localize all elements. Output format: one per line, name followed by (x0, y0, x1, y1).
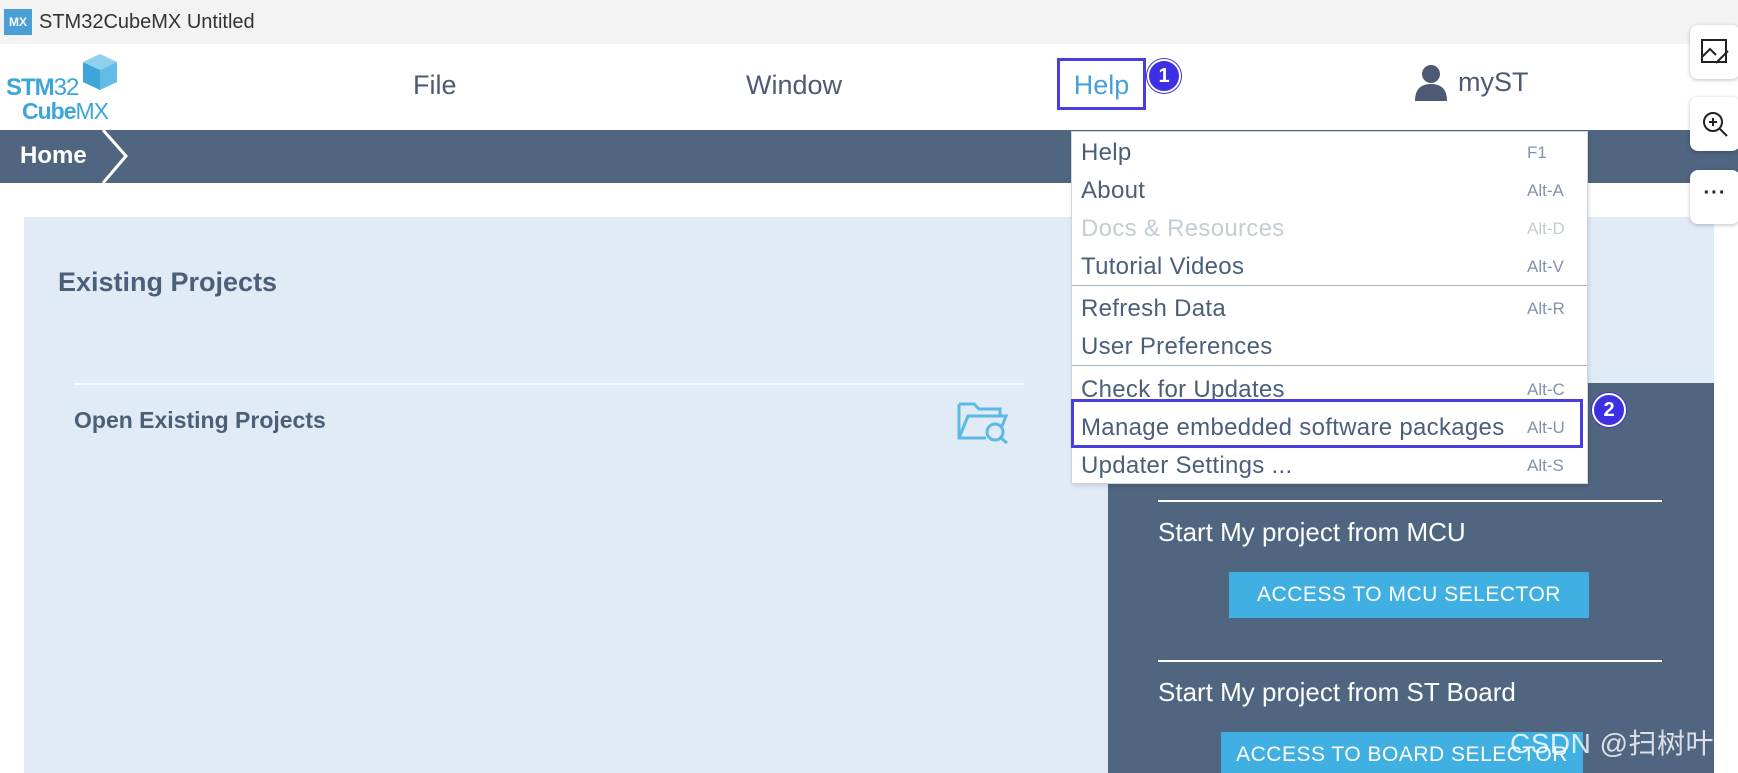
menu-item-user-preferences[interactable]: User Preferences (1072, 329, 1587, 365)
existing-projects-title: Existing Projects (58, 267, 278, 297)
menu-item-label: About (1081, 177, 1146, 204)
start-from-board-label: Start My project from ST Board (1158, 677, 1516, 707)
annotation-highlight-box (1071, 399, 1583, 448)
watermark: CSDN @扫树叶 (1510, 728, 1715, 759)
open-existing-projects-label: Open Existing Projects (74, 407, 326, 433)
title-bar: MX STM32CubeMX Untitled (0, 0, 1738, 44)
menu-window[interactable]: Window (746, 70, 842, 101)
menu-item-refresh-data[interactable]: Refresh Data Alt-R (1072, 291, 1587, 327)
menu-item-label: Updater Settings ... (1081, 452, 1293, 479)
divider (1158, 500, 1662, 502)
menu-help[interactable]: Help (1057, 58, 1146, 110)
more-tool-button[interactable]: ··· (1690, 170, 1738, 224)
cube-logo-icon (83, 54, 117, 90)
menu-item-label: Docs & Resources (1081, 215, 1285, 242)
more-icon: ··· (1703, 181, 1727, 204)
menu-item-docs-resources: Docs & Resources Alt-D (1072, 211, 1587, 247)
zoom-in-icon (1703, 112, 1728, 137)
menu-item-label: Help (1081, 139, 1132, 166)
menu-separator (1072, 365, 1587, 366)
app-icon: MX (4, 9, 32, 35)
zoom-in-tool-button[interactable] (1690, 97, 1738, 151)
logo-line-2: CubeMX (22, 98, 109, 124)
menu-item-shortcut: Alt-S (1527, 456, 1564, 475)
menu-separator (1072, 285, 1587, 286)
image-edit-tool-button[interactable] (1690, 25, 1738, 79)
myst-label: myST (1458, 66, 1529, 97)
menu-item-label: Tutorial Videos (1081, 253, 1245, 280)
folder-search-icon[interactable] (956, 396, 1010, 444)
menu-item-shortcut: Alt-V (1527, 257, 1564, 276)
annotation-badge-2: 2 (1592, 393, 1626, 427)
menu-help-label: Help (1073, 69, 1130, 100)
window-title: STM32CubeMX Untitled (39, 10, 255, 33)
menu-item-shortcut: Alt-A (1527, 181, 1564, 200)
start-from-mcu-label: Start My project from MCU (1158, 517, 1466, 547)
stm32cubemx-logo: STM32 CubeMX (6, 52, 124, 124)
menu-bar: STM32 CubeMX File Window Help 1 myST (0, 44, 1738, 130)
annotation-badge-1: 1 (1147, 59, 1181, 93)
menu-item-about[interactable]: About Alt-A (1072, 173, 1587, 209)
breadcrumb-chevron-icon (101, 130, 128, 183)
menu-item-updater-settings[interactable]: Updater Settings ... Alt-S (1072, 448, 1587, 484)
menu-item-label: Refresh Data (1081, 295, 1226, 322)
access-mcu-selector-button[interactable]: ACCESS TO MCU SELECTOR (1229, 572, 1589, 618)
menu-item-tutorial-videos[interactable]: Tutorial Videos Alt-V (1072, 249, 1587, 285)
app-window: MX STM32CubeMX Untitled STM32 CubeMX Fil… (0, 0, 1738, 773)
menu-item-shortcut: Alt-D (1527, 219, 1565, 238)
menu-file[interactable]: File (413, 70, 457, 101)
menu-item-help[interactable]: Help F1 (1072, 135, 1587, 171)
menu-item-label: User Preferences (1081, 333, 1273, 360)
image-edit-icon (1701, 39, 1729, 64)
menu-item-shortcut: Alt-C (1527, 380, 1565, 399)
menu-item-shortcut: Alt-R (1527, 299, 1565, 318)
user-icon (1415, 65, 1447, 101)
divider (1158, 660, 1662, 662)
myst-account-button[interactable]: myST (1412, 62, 1529, 102)
menu-item-shortcut: F1 (1527, 143, 1547, 162)
divider (74, 383, 1024, 385)
breadcrumb-home[interactable]: Home (20, 142, 87, 170)
